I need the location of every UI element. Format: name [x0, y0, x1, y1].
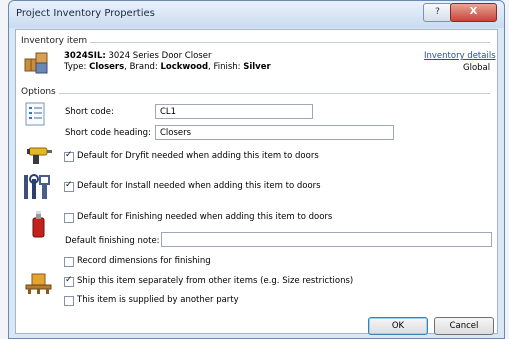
dialog-content: Inventory item 3024SIL: 3024 Series Door…	[15, 29, 498, 335]
finishing-note-input[interactable]	[161, 232, 492, 247]
inventory-details-link[interactable]: Inventory details	[424, 51, 496, 61]
inventory-item-line: 3024SIL: 3024 Series Door Closer	[64, 51, 211, 61]
boxes-icon	[24, 50, 50, 76]
supplied-by-other-label: This item is supplied by another party	[77, 295, 239, 305]
finishing-checkbox[interactable]	[64, 213, 74, 223]
close-button[interactable]: X	[450, 3, 497, 22]
short-code-heading-input[interactable]	[155, 125, 394, 140]
drill-icon	[25, 144, 53, 166]
inventory-name: 3024 Series Door Closer	[108, 51, 212, 61]
title-bar[interactable]: Project Inventory Properties ? X	[9, 1, 504, 28]
help-button[interactable]: ?	[423, 3, 452, 22]
inventory-scope: Global	[463, 63, 491, 73]
inventory-code: 3024SIL:	[64, 51, 106, 61]
dryfit-label: Default for Dryfit needed when adding th…	[77, 151, 319, 161]
dialog-window: Project Inventory Properties ? X Invento…	[8, 0, 505, 339]
brand-value: Lockwood	[160, 62, 209, 72]
short-code-label: Short code:	[65, 107, 114, 117]
shipping-pallet-icon	[24, 271, 54, 297]
short-code-heading-label: Short code heading:	[65, 128, 151, 138]
finishing-label: Default for Finishing needed when adding…	[77, 212, 333, 222]
tools-icon	[22, 174, 52, 200]
list-document-icon	[25, 102, 47, 128]
ship-separately-label: Ship this item separately from other ite…	[77, 276, 354, 286]
spray-paint-icon	[29, 210, 49, 238]
install-checkbox[interactable]	[64, 180, 74, 192]
window-title: Project Inventory Properties	[16, 8, 155, 19]
brand-label: , Brand:	[124, 62, 158, 72]
finish-label: , Finish:	[208, 62, 241, 72]
type-value: Closers	[89, 62, 125, 72]
dryfit-checkbox[interactable]	[64, 150, 74, 162]
inventory-section-label: Inventory item	[21, 36, 88, 46]
type-label: Type:	[64, 62, 87, 72]
inventory-attributes-line: Type: Closers, Brand: Lockwood, Finish: …	[64, 62, 271, 72]
supplied-by-other-checkbox[interactable]	[64, 296, 74, 306]
cancel-button[interactable]: Cancel	[434, 317, 494, 335]
finish-value: Silver	[243, 62, 271, 72]
ok-button[interactable]: OK	[368, 317, 428, 335]
record-dimensions-checkbox[interactable]	[64, 257, 74, 267]
short-code-input[interactable]	[155, 104, 313, 119]
record-dimensions-label: Record dimensions for finishing	[77, 256, 211, 266]
install-label: Default for Install needed when adding t…	[77, 181, 321, 191]
ship-separately-checkbox[interactable]	[64, 275, 74, 287]
options-section-label: Options	[21, 87, 56, 97]
options-divider	[59, 93, 490, 94]
finishing-note-label: Default finishing note:	[65, 236, 160, 246]
inventory-divider	[90, 42, 490, 43]
